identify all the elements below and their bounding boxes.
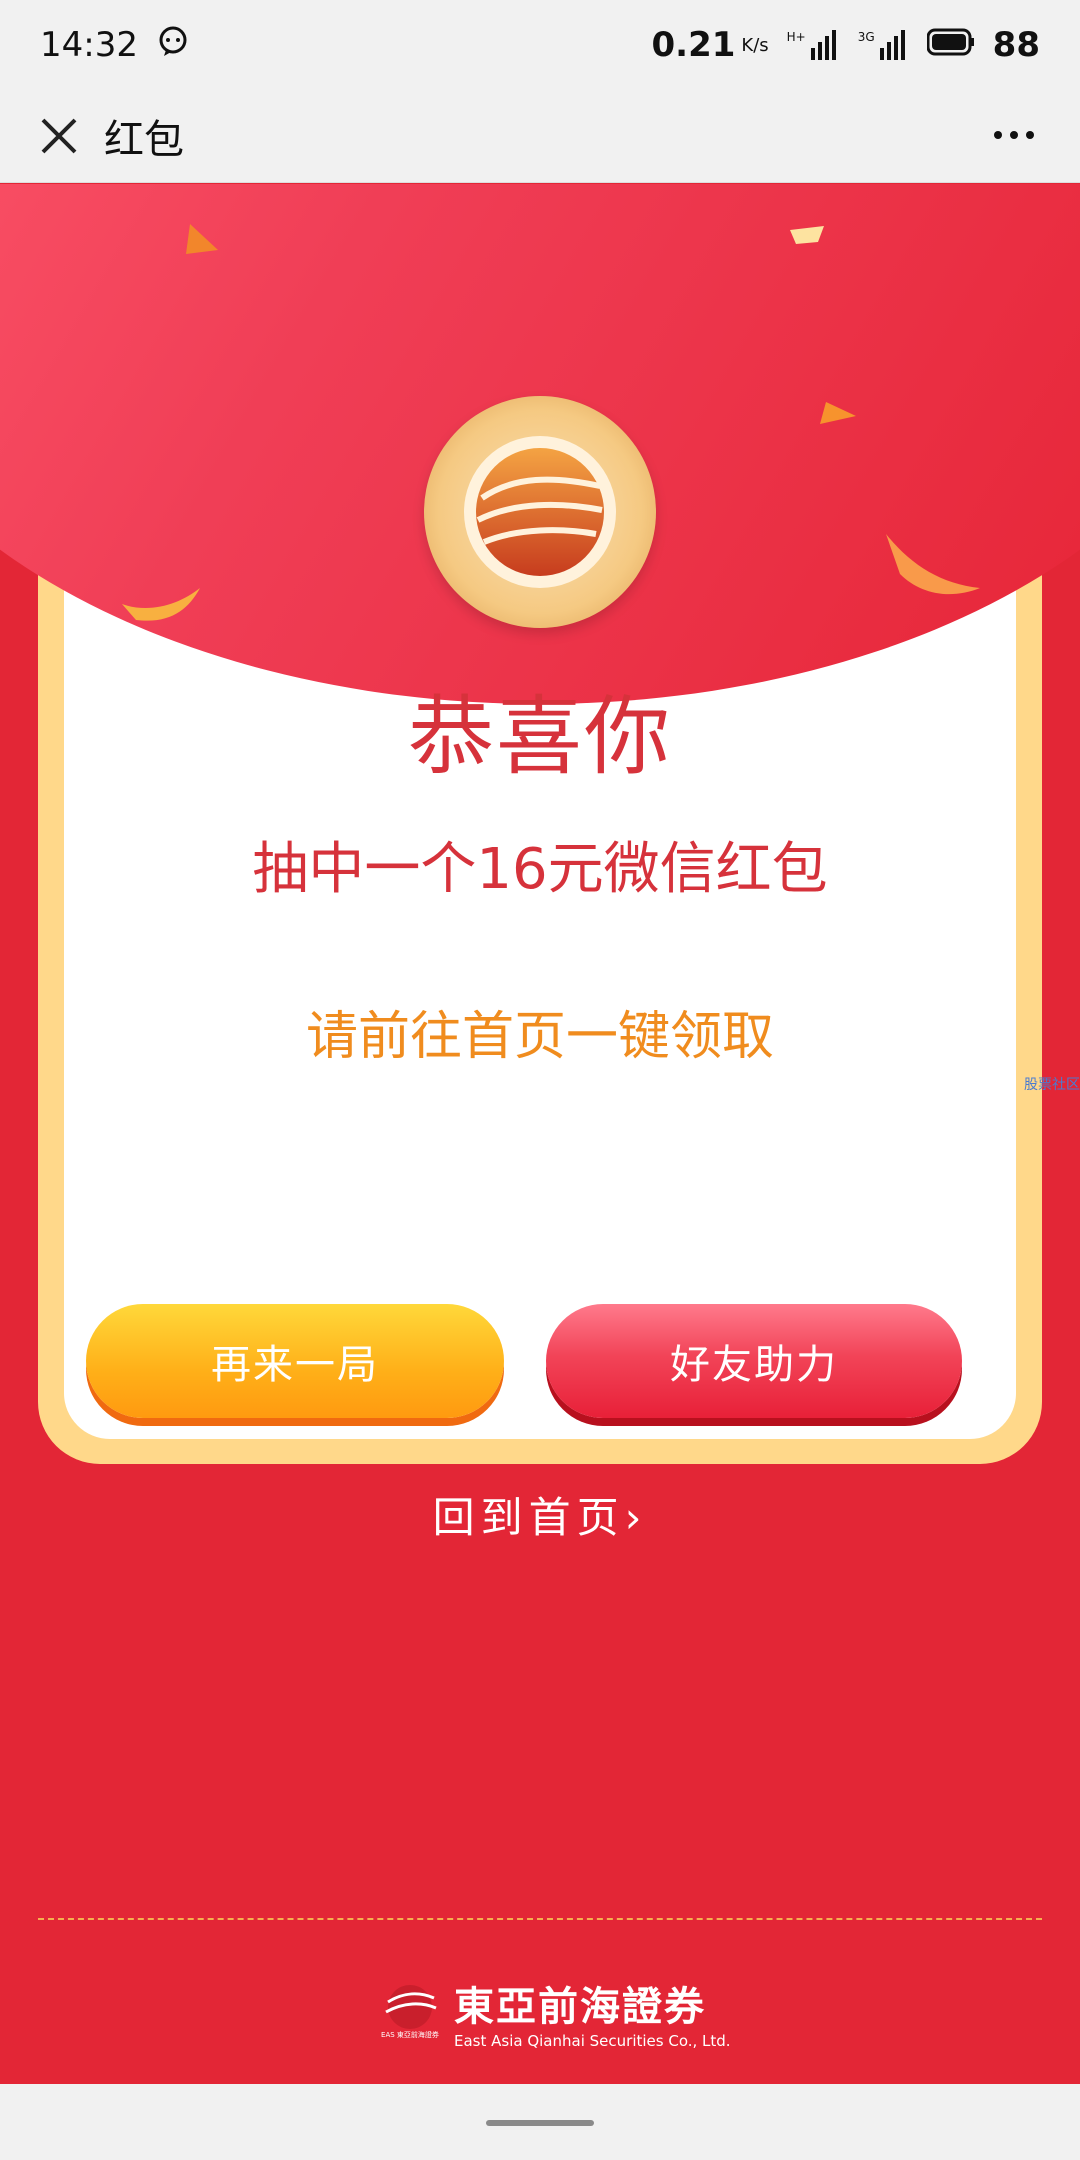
more-options-button[interactable]: [984, 110, 1044, 160]
home-handle[interactable]: [486, 2120, 594, 2126]
play-again-label: 再来一局: [211, 1342, 379, 1388]
friend-help-button[interactable]: 好友助力: [546, 1304, 962, 1418]
stock-community-link[interactable]: 股票社区: [1024, 1074, 1080, 1094]
friend-help-label: 好友助力: [670, 1342, 838, 1388]
brand-english-name: East Asia Qianhai Securities Co., Ltd.: [454, 2032, 731, 2050]
back-to-home-link[interactable]: 回到首页›: [0, 1484, 1080, 1545]
close-icon: [41, 118, 77, 154]
brand-footer: EAS 東亞前海證券 東亞前海證券 East Asia Qianhai Secu…: [380, 1974, 731, 2050]
signal-hplus-label: H+: [786, 30, 806, 44]
brand-name: 東亞前海證券: [454, 1984, 706, 2030]
claim-hint: 请前往首页一键领取: [305, 1007, 774, 1067]
prize-text: 抽中一个16元微信红包: [252, 837, 828, 902]
more-dots-icon: [994, 131, 1002, 139]
chevron-right-icon: ›: [624, 1493, 648, 1542]
gesture-nav-bar: [0, 2084, 1080, 2160]
gold-coin-logo: [424, 396, 656, 628]
close-button[interactable]: [24, 101, 94, 171]
network-speed: 0.21: [651, 25, 736, 65]
brand-logo: EAS 東亞前海證券: [380, 1984, 440, 2040]
status-time: 14:32: [40, 25, 138, 65]
battery-icon: [926, 25, 975, 65]
signal-3g-label: 3G: [857, 30, 875, 44]
play-again-button[interactable]: 再来一局: [86, 1304, 504, 1418]
brand-logo-caption: EAS 東亞前海證券: [381, 2031, 439, 2039]
signal-3g-icon: 3G: [858, 30, 909, 60]
back-to-home-label: 回到首页: [432, 1493, 625, 1542]
network-speed-unit: K/s: [741, 34, 769, 56]
title-bar: 红包: [0, 90, 1080, 183]
dashed-divider: [38, 1918, 1042, 1920]
battery-level: 88: [992, 25, 1040, 65]
page-title: 红包: [104, 117, 184, 163]
chat-bubble-icon: [156, 24, 190, 67]
red-envelope-page: 恭喜你 抽中一个16元微信红包 请前往首页一键领取 股票社区 再来一局 好友助力…: [0, 184, 1080, 2084]
congrats-headline: 恭喜你: [408, 687, 672, 787]
status-bar: 14:32 0.21 K/s H+ 3G 88: [0, 0, 1080, 90]
signal-strength-icon: H+: [787, 30, 840, 60]
